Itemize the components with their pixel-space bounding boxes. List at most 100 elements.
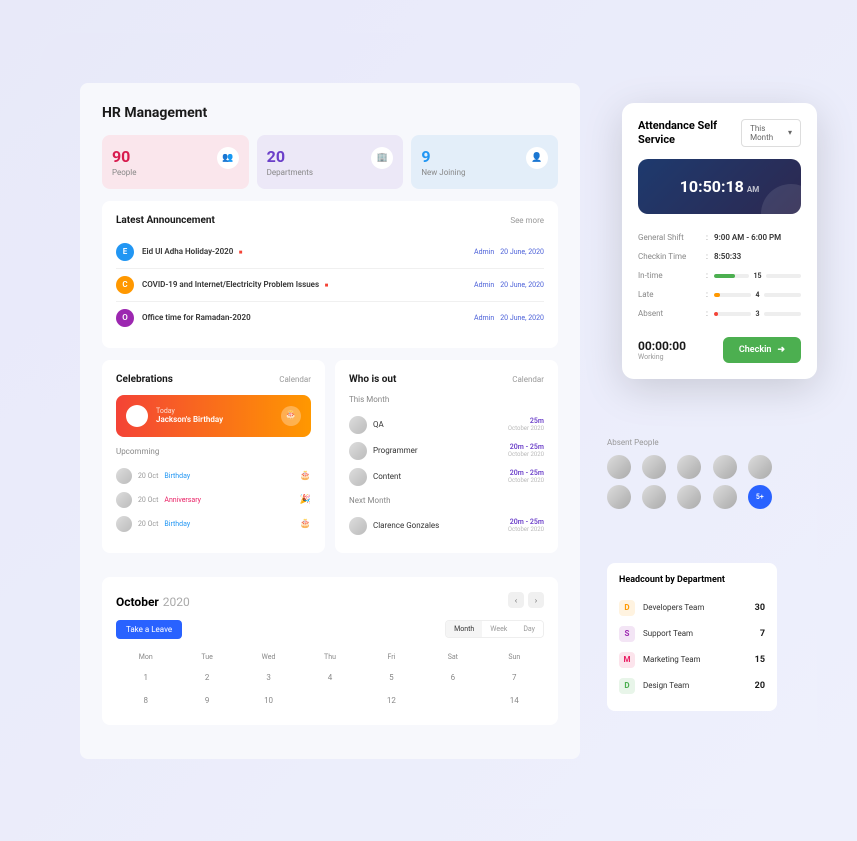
calendar-day[interactable]: 7 [485, 667, 544, 688]
announcement-item[interactable]: O Office time for Ramadan-2020 Admin20 J… [116, 302, 544, 334]
avatar[interactable] [607, 485, 631, 509]
calendar-day[interactable]: 1 [116, 667, 175, 688]
period-filter[interactable]: This Month ▾ [741, 119, 801, 147]
out-name: QA [373, 420, 502, 429]
stat-card[interactable]: 9 New Joining 👤 [411, 135, 558, 189]
avatar[interactable] [642, 455, 666, 479]
upcoming-item[interactable]: 20 Oct Birthday 🎂 [116, 464, 311, 488]
calendar-card: October 2020 ‹ › Take a Leave MonthWeekD… [102, 577, 558, 725]
announcement-admin: Admin [474, 314, 494, 322]
absent-label: Absent [638, 309, 706, 318]
calendar-day[interactable]: 6 [423, 667, 482, 688]
pin-icon: ■ [237, 249, 242, 256]
out-range: 20m - 25m [508, 518, 544, 526]
calendar-day[interactable]: 10 [239, 690, 298, 711]
calendar-day[interactable]: 12 [362, 690, 421, 711]
announcement-item[interactable]: C COVID-19 and Internet/Electricity Prob… [116, 269, 544, 302]
checkin-button[interactable]: Checkin ➜ [723, 337, 801, 363]
calendar-day[interactable]: 9 [177, 690, 236, 711]
view-month-button[interactable]: Month [446, 621, 482, 637]
dept-badge: S [619, 626, 635, 642]
out-item[interactable]: Programmer 20m - 25m October 2020 [349, 438, 544, 464]
avatar[interactable] [607, 455, 631, 479]
avatar [116, 492, 132, 508]
out-item[interactable]: QA 25m October 2020 [349, 412, 544, 438]
calendar-day[interactable]: 11 [300, 690, 359, 711]
headcount-row[interactable]: S Support Team 7 [619, 621, 765, 647]
see-more-link[interactable]: See more [510, 216, 544, 225]
avatar [349, 517, 367, 535]
headcount-row[interactable]: M Marketing Team 15 [619, 647, 765, 673]
upcoming-type: Anniversary [164, 496, 201, 504]
avatar [116, 516, 132, 532]
avatar [349, 442, 367, 460]
avatar[interactable] [713, 455, 737, 479]
calendar-day[interactable]: 2 [177, 667, 236, 688]
calendar-month: October [116, 595, 159, 609]
late-count: 4 [755, 291, 759, 299]
view-week-button[interactable]: Week [482, 621, 515, 637]
stat-card[interactable]: 20 Departments 🏢 [257, 135, 404, 189]
upcoming-type: Birthday [164, 520, 190, 528]
calendar-day[interactable]: 4 [300, 667, 359, 688]
headcount-row[interactable]: D Developers Team 30 [619, 595, 765, 621]
upcoming-type: Birthday [164, 472, 190, 480]
clock-ampm: AM [747, 185, 759, 194]
announcement-title: COVID-19 and Internet/Electricity Proble… [142, 280, 466, 289]
headcount-row[interactable]: D Design Team 20 [619, 673, 765, 699]
announcement-date: 20 June, 2020 [500, 248, 544, 256]
dept-count: 20 [755, 681, 765, 691]
announcement-item[interactable]: E Eid Ul Adha Holiday-2020 ■ Admin20 Jun… [116, 236, 544, 269]
celebration-featured[interactable]: Today Jackson's Birthday 🎂 [116, 395, 311, 437]
attendance-panel: Attendance Self Service This Month ▾ 10:… [622, 103, 817, 380]
stat-label: People [112, 168, 136, 177]
day-name: Tue [177, 649, 236, 665]
dept-name: Support Team [643, 629, 752, 638]
absent-people-section: Absent People 5+ [607, 438, 777, 509]
more-button[interactable]: 5+ [748, 485, 772, 509]
stat-value: 9 [421, 147, 465, 166]
calendar-year: 2020 [163, 595, 190, 609]
avatar[interactable] [748, 455, 772, 479]
clock-time: 10:50:18 [680, 177, 744, 196]
out-range: 20m - 25m [508, 469, 544, 477]
announcement-badge: C [116, 276, 134, 294]
out-item[interactable]: Clarence Gonzales 20m - 25m October 2020 [349, 513, 544, 539]
upcoming-item[interactable]: 20 Oct Birthday 🎂 [116, 512, 311, 536]
calendar-day[interactable]: 14 [485, 690, 544, 711]
prev-month-button[interactable]: ‹ [508, 592, 524, 608]
page-title: HR Management [102, 105, 558, 121]
calendar-link[interactable]: Calendar [279, 375, 311, 384]
out-name: Clarence Gonzales [373, 521, 502, 530]
celebration-name: Jackson's Birthday [156, 415, 273, 424]
next-month-button[interactable]: › [528, 592, 544, 608]
avatar[interactable] [677, 455, 701, 479]
clock-display: 10:50:18AM [638, 159, 801, 214]
stat-value: 20 [267, 147, 313, 166]
take-leave-button[interactable]: Take a Leave [116, 620, 182, 639]
out-item[interactable]: Content 20m - 25m October 2020 [349, 464, 544, 490]
avatar[interactable] [677, 485, 701, 509]
calendar-day[interactable]: 3 [239, 667, 298, 688]
stat-card[interactable]: 90 People 👥 [102, 135, 249, 189]
view-day-button[interactable]: Day [515, 621, 543, 637]
stat-label: New Joining [421, 168, 465, 177]
calendar-day[interactable]: 5 [362, 667, 421, 688]
avatar[interactable] [713, 485, 737, 509]
checkin-time-value: 8:50:33 [714, 252, 801, 261]
absent-count: 3 [755, 310, 759, 318]
next-month-label: Next Month [349, 496, 544, 505]
attendance-title: Attendance Self Service [638, 119, 741, 148]
calendar-day[interactable]: 8 [116, 690, 175, 711]
upcoming-label: Upcomming [116, 447, 311, 456]
upcoming-item[interactable]: 20 Oct Anniversary 🎉 [116, 488, 311, 512]
dept-badge: M [619, 652, 635, 668]
out-range: 25m [508, 417, 544, 425]
calendar-day[interactable]: 13 [423, 690, 482, 711]
upcoming-date: 20 Oct [138, 496, 158, 504]
upcoming-date: 20 Oct [138, 520, 158, 528]
checkin-time-label: Checkin Time [638, 252, 706, 261]
avatar[interactable] [642, 485, 666, 509]
calendar-link[interactable]: Calendar [512, 375, 544, 384]
login-icon: ➜ [777, 345, 785, 355]
